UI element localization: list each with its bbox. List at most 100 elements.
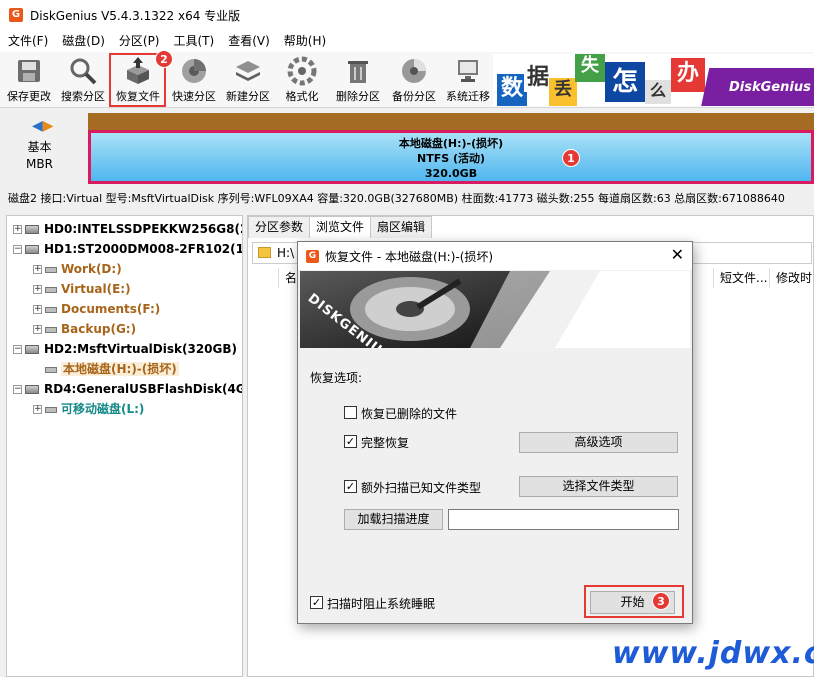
menu-view[interactable]: 查看(V) (222, 30, 276, 52)
partition-icon (45, 326, 57, 333)
arrow-right-icon[interactable]: ▶ (43, 118, 54, 134)
dialog-logo-icon: G (306, 249, 319, 263)
new-partition-icon (236, 61, 260, 81)
recover-files-dialog: G 恢复文件 - 本地磁盘(H:)-(损坏) ✕ DISKGENIUS 恢复选项… (297, 241, 693, 624)
expand-icon[interactable]: + (33, 325, 42, 334)
disk-nav-arrows[interactable]: ◀▶ (32, 118, 54, 134)
trash-icon (348, 61, 368, 83)
arrow-left-icon[interactable]: ◀ (32, 118, 43, 134)
tree-node-backup[interactable]: + Backup(G:) (33, 319, 136, 339)
load-scan-progress-button[interactable]: 加载扫描进度 (344, 509, 443, 530)
search-partition-label: 搜索分区 (61, 90, 105, 103)
prevent-sleep-label[interactable]: 扫描时阻止系统睡眠 (327, 595, 435, 612)
close-icon[interactable]: ✕ (671, 246, 684, 264)
banner-char: 据 (524, 64, 552, 92)
window-title: DiskGenius V5.4.3.1322 x64 专业版 (30, 8, 241, 23)
banner-brand: DiskGenius (729, 80, 811, 95)
partition-name: 本地磁盘(H:)-(损坏) (398, 137, 504, 150)
app-logo-icon: G (9, 8, 23, 22)
expand-icon[interactable]: + (13, 225, 22, 234)
backup-partition-button[interactable]: 备份分区 (388, 54, 440, 106)
select-file-types-button[interactable]: 选择文件类型 (519, 476, 678, 497)
save-changes-button[interactable]: 保存更改 (4, 54, 54, 106)
migrate-icon (458, 60, 478, 82)
col-header-modified[interactable]: 修改时间 (769, 268, 813, 288)
tree-node-removable[interactable]: + 可移动磁盘(L:) (33, 399, 144, 419)
delete-partition-label: 删除分区 (336, 90, 380, 103)
dialog-title-bar[interactable]: G 恢复文件 - 本地磁盘(H:)-(损坏) ✕ (298, 242, 692, 270)
site-watermark: www.jdwx.cn (612, 636, 814, 671)
partition-icon (45, 366, 57, 373)
tree-node-hd2[interactable]: − HD2:MsftVirtualDisk(320GB) (13, 339, 237, 359)
menu-help[interactable]: 帮助(H) (278, 30, 332, 52)
scan-progress-path-input[interactable] (448, 509, 679, 530)
deleted-files-checkbox[interactable] (344, 406, 357, 419)
expand-icon[interactable]: + (33, 265, 42, 274)
menu-file[interactable]: 文件(F) (2, 30, 54, 52)
tab-sector-edit[interactable]: 扇区编辑 (370, 216, 433, 238)
expand-icon[interactable]: + (33, 405, 42, 414)
delete-partition-button[interactable]: 删除分区 (332, 54, 384, 106)
dialog-title: 恢复文件 - 本地磁盘(H:)-(损坏) (325, 249, 494, 264)
tree-node-rd4[interactable]: − RD4:GeneralUSBFlashDisk(4GB) (13, 379, 242, 399)
recover-options-label: 恢复选项: (310, 371, 363, 385)
tree-node-virtual[interactable]: + Virtual(E:) (33, 279, 131, 299)
banner-char: 办 (671, 58, 705, 92)
folder-icon (258, 247, 271, 258)
ad-banner[interactable]: 数 据 丢 失 怎 么 办 DiskGenius (493, 54, 814, 106)
partition-icon (45, 306, 57, 313)
usb-disk-icon (25, 385, 39, 394)
backup-icon (402, 59, 426, 83)
quick-partition-icon (182, 59, 206, 83)
collapse-icon[interactable]: − (13, 245, 22, 254)
partition-bar-top (88, 113, 814, 130)
banner-char: 丢 (549, 78, 577, 106)
banner-char: 失 (575, 54, 605, 82)
new-partition-button[interactable]: 新建分区 (222, 54, 274, 106)
tree-node-hd1[interactable]: −HD1:ST2000DM008-2FR102(1863GB) (13, 239, 242, 259)
prevent-sleep-checkbox[interactable]: ✓ (310, 596, 323, 609)
expand-icon[interactable]: + (33, 285, 42, 294)
tree-node-documents[interactable]: + Documents(F:) (33, 299, 160, 319)
tree-node-hd0[interactable]: +HD0:INTELSSDPEKKW256G8(238GB) (13, 219, 242, 239)
title-bar: G DiskGenius V5.4.3.1322 x64 专业版 (0, 0, 814, 30)
backup-partition-label: 备份分区 (392, 90, 436, 103)
collapse-icon[interactable]: − (13, 345, 22, 354)
path-text: H:\ (277, 246, 295, 260)
tree-node-work[interactable]: + Work(D:) (33, 259, 122, 279)
menu-tools[interactable]: 工具(T) (168, 30, 221, 52)
new-partition-label: 新建分区 (226, 90, 270, 103)
hard-disk-icon (25, 225, 39, 234)
banner-char: 怎 (605, 62, 645, 102)
extra-scan-label[interactable]: 额外扫描已知文件类型 (361, 479, 481, 496)
expand-icon[interactable]: + (33, 305, 42, 314)
save-disk-icon (18, 60, 40, 82)
collapse-icon[interactable]: − (13, 385, 22, 394)
dialog-hero-image: DISKGENIUS (300, 271, 690, 348)
menu-partition[interactable]: 分区(P) (113, 30, 166, 52)
tab-partition-params[interactable]: 分区参数 (248, 216, 311, 238)
tab-browse-files[interactable]: 浏览文件 (309, 216, 372, 238)
disk-map: ◀▶ 基本 MBR 本地磁盘(H:)-(损坏) NTFS (活动) 320.0G… (0, 108, 814, 188)
partition-block[interactable]: 本地磁盘(H:)-(损坏) NTFS (活动) 320.0GB (88, 130, 814, 184)
format-icon (287, 56, 317, 86)
advanced-options-button[interactable]: 高级选项 (519, 432, 678, 453)
disk-info-line: 磁盘2 接口:Virtual 型号:MsftVirtualDisk 序列号:WF… (8, 192, 785, 205)
format-button[interactable]: 格式化 (278, 54, 326, 106)
hard-disk-icon (25, 345, 39, 354)
search-partition-button[interactable]: 搜索分区 (58, 54, 108, 106)
disk-tree: +HD0:INTELSSDPEKKW256G8(238GB) −HD1:ST20… (6, 215, 243, 677)
banner-char: 么 (645, 80, 671, 104)
full-recovery-label[interactable]: 完整恢复 (361, 434, 409, 451)
tree-node-local-h[interactable]: 本地磁盘(H:)-(损坏) (45, 359, 179, 379)
partition-fs: NTFS (活动) (416, 152, 486, 165)
system-migrate-button[interactable]: 系统迁移 (442, 54, 494, 106)
col-header-short-name[interactable]: 短文件... (713, 268, 769, 288)
partition-size: 320.0GB (424, 167, 478, 180)
quick-partition-button[interactable]: 快速分区 (168, 54, 220, 106)
deleted-files-label[interactable]: 恢复已删除的文件 (361, 405, 457, 422)
system-migrate-label: 系统迁移 (446, 90, 490, 103)
menu-disk[interactable]: 磁盘(D) (56, 30, 111, 52)
extra-scan-checkbox[interactable]: ✓ (344, 480, 357, 493)
full-recovery-checkbox[interactable]: ✓ (344, 435, 357, 448)
